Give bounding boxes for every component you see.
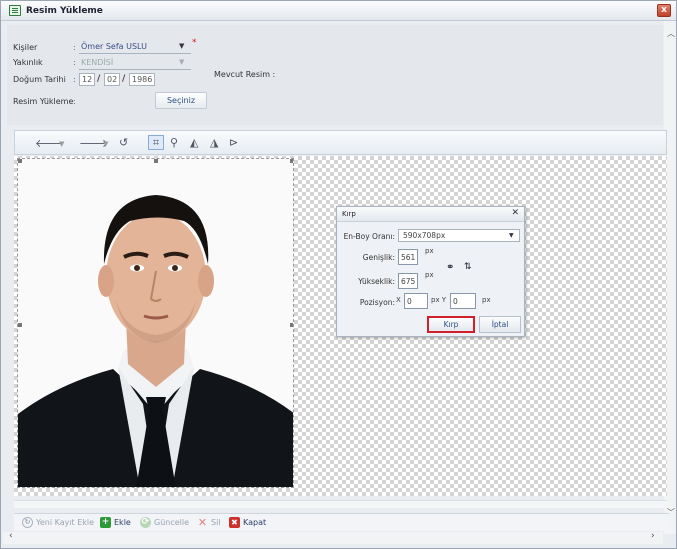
brightness-icon[interactable]: ◭ [190,136,198,149]
position-y-label: px Y [431,296,447,304]
title-bar: Resim Yükleme x [1,1,676,21]
yakinlik-label: Yakınlık [13,58,43,67]
birth-year-field[interactable]: 1986 [129,73,155,86]
new-record-button[interactable]: ↻ Yeni Kayıt Ekle [22,517,94,528]
colon: : [73,58,76,67]
position-x-label: X [396,296,401,304]
add-button[interactable]: + Ekle [100,517,131,528]
chevron-down-icon[interactable]: ▼ [179,42,184,50]
chevron-down-icon[interactable]: ▼ [509,232,514,239]
birth-day-field[interactable]: 12 [79,73,95,86]
yakinlik-combo [79,69,191,70]
close-icon[interactable]: ✕ [511,208,519,218]
date-separator: / [97,74,101,84]
canvas-bottom-bar [14,500,667,508]
update-label: Güncelle [154,518,190,527]
crop-handle[interactable] [18,159,22,163]
horizontal-scrollbar[interactable] [3,532,663,544]
aspect-ratio-label: En-Boy Oranı: [343,232,395,241]
swap-icon[interactable]: ⇅ [464,262,472,272]
close-icon: ✖ [229,517,240,528]
flip-icon[interactable]: ⊳ [229,136,238,149]
crop-dialog-title-bar[interactable]: Kırp ✕ [337,207,524,222]
rotate-icon[interactable]: ↺ [119,136,128,149]
resim-yukleme-window: Resim Yükleme x ︿ ﹀ Kişiler : Ömer Sefa … [0,0,677,549]
window-title: Resim Yükleme [26,6,103,16]
form-icon [9,5,21,16]
sync-icon: ⟳ [140,517,151,528]
width-unit: px [425,247,434,255]
birth-month-field[interactable]: 02 [104,73,120,86]
contrast-icon[interactable]: ◮ [210,136,218,149]
chevron-down-icon[interactable]: ▼ [103,140,108,148]
crop-handle[interactable] [290,323,293,327]
crop-handle[interactable] [154,159,158,163]
person-form: Kişiler : Ömer Sefa USLU ▼ * Yakınlık : … [7,25,663,125]
crop-dialog: Kırp ✕ En-Boy Oranı: 590x708px ▼ Genişli… [336,206,525,337]
colon: : [73,97,76,106]
position-unit: px [482,296,491,304]
kisiler-combo-value[interactable]: Ömer Sefa USLU [81,42,147,51]
add-label: Ekle [114,518,131,527]
image-canvas[interactable]: Kırp ✕ En-Boy Oranı: 590x708px ▼ Genişli… [14,156,667,496]
yakinlik-combo-value: KENDİSİ [81,58,114,67]
resim-yukleme-label: Resim Yükleme [13,97,74,106]
close-form-button[interactable]: ✖ Kapat [229,517,266,528]
position-label: Pozisyon: [359,298,395,307]
scroll-left-icon[interactable]: ‹ [9,531,13,541]
refresh-icon: ↻ [22,517,33,528]
colon: : [73,75,76,84]
select-file-button[interactable]: Seçiniz [155,92,207,109]
close-label: Kapat [243,518,267,527]
image-editor-toolbar: 🡐 ▼ 🡒 ▼ ↺ ⌗ ⚲ ◭ ◮ ⊳ [14,130,667,155]
width-label: Genişlik: [362,253,395,262]
cancel-button[interactable]: İptal [479,316,521,333]
action-footer: ↻ Yeni Kayıt Ekle + Ekle ⟳ Güncelle ✕ Si… [14,513,669,531]
scroll-right-icon[interactable]: › [651,531,655,541]
height-input[interactable]: 675 [398,273,418,289]
position-x-input[interactable]: 0 [404,293,428,309]
chevron-down-icon[interactable]: ▼ [59,140,64,148]
kisiler-combo[interactable] [79,53,191,54]
delete-button[interactable]: ✕ Sil [197,517,221,528]
crop-icon[interactable]: ⌗ [148,135,164,150]
link-icon[interactable]: ⚭ [446,262,454,273]
delete-label: Sil [211,518,221,527]
delete-x-icon: ✕ [197,516,208,529]
window-close-button[interactable]: x [657,4,671,17]
dogum-tarihi-label: Doğum Tarihi [13,75,66,84]
crop-handle[interactable] [18,323,22,327]
height-unit: px [425,271,434,279]
height-label: Yükseklik: [358,277,395,286]
date-separator: / [122,74,126,84]
update-button[interactable]: ⟳ Güncelle [140,517,189,528]
plus-icon: + [100,517,111,528]
new-record-label: Yeni Kayıt Ekle [36,518,95,527]
portrait-photo[interactable] [17,158,294,488]
zoom-icon[interactable]: ⚲ [170,136,178,149]
chevron-down-icon: ▼ [179,58,185,66]
crop-dialog-title: Kırp [342,210,356,218]
scroll-up-icon[interactable]: ︿ [667,28,675,39]
position-y-input[interactable]: 0 [450,293,476,309]
required-marker: * [192,38,197,48]
portrait-image [18,159,293,487]
kisiler-label: Kişiler [13,43,38,52]
mevcut-resim-label: Mevcut Resim : [214,70,276,79]
colon: : [73,43,76,52]
aspect-ratio-select[interactable]: 590x708px [398,229,520,242]
crop-handle[interactable] [290,159,293,163]
width-input[interactable]: 561 [398,249,418,265]
crop-button[interactable]: Kırp [427,316,475,333]
